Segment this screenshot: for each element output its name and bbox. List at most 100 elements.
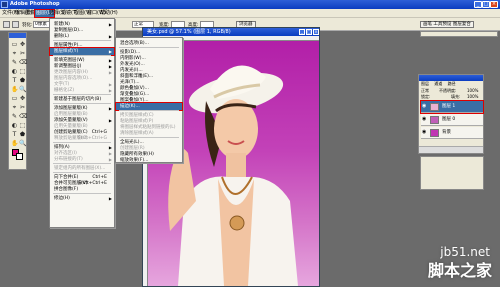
layer-menu-item-label: 锁定组内的所有图层(X)... xyxy=(54,166,106,171)
dodge-tool-icon[interactable]: ◐ xyxy=(11,68,18,75)
lasso-tool-icon[interactable]: ⌖ xyxy=(11,104,18,111)
new-selection-icon[interactable] xyxy=(12,21,19,28)
pen-tool-icon[interactable]: ⬟ xyxy=(19,131,26,138)
layer-row[interactable]: ◉ 图层 0 xyxy=(421,114,483,126)
layer-menu-item[interactable]: 删除(L) ▶ xyxy=(50,33,114,40)
style-menu-item-label: 混合选项(B)... xyxy=(120,41,149,46)
pen-tool-icon[interactable]: ⬟ xyxy=(19,77,26,84)
eye-icon[interactable]: ◉ xyxy=(422,117,427,122)
layer-thumbnail xyxy=(430,129,439,137)
eraser-tool-icon[interactable]: ⌫ xyxy=(19,59,27,66)
menu-item-8[interactable]: 帮助(H) xyxy=(99,10,119,17)
shape-tool-icon[interactable]: ⬚ xyxy=(19,68,26,75)
tab-paths[interactable]: 路径 xyxy=(446,81,458,86)
layer-name: 图层 0 xyxy=(442,117,456,122)
eye-icon[interactable]: ◉ xyxy=(422,104,427,109)
fill-input[interactable]: 100% xyxy=(467,94,478,99)
layer-row[interactable]: ◉ 背景 xyxy=(421,127,483,139)
menu-bar: 文件(F) 编辑(E) 图像(I) 图层(L) 选择(S) 滤镜(T) 视图(V) 窗口(W)… xyxy=(0,9,500,18)
palette-well[interactable]: 画笔 工具预设 图层复合 xyxy=(420,21,474,28)
layer-thumbnail xyxy=(430,103,439,111)
style-menu-separator xyxy=(119,137,179,138)
layer-menu-separator xyxy=(53,55,111,56)
submenu-arrow-icon: ▶ xyxy=(108,88,112,93)
layer-menu-item: 释放剪贴蒙版(C) Shift+Ctrl+G xyxy=(50,135,114,142)
close-button[interactable]: × xyxy=(490,1,498,8)
minimize-button[interactable]: _ xyxy=(474,1,482,8)
layer-menu-item[interactable]: 拼合图像(F) xyxy=(50,186,114,193)
dodge-tool-icon[interactable]: ◐ xyxy=(11,122,18,129)
layer-menu-item: 锁定组内的所有图层(X)... xyxy=(50,165,114,172)
brush-tool-icon[interactable]: ✎ xyxy=(11,113,18,120)
layer-menu-item[interactable]: 修边(H) ▶ xyxy=(50,195,114,202)
style-menu-item[interactable]: 混合选项(B)... xyxy=(116,40,182,47)
layer-name: 图层 1 xyxy=(442,104,456,109)
eraser-tool-icon[interactable]: ⌫ xyxy=(19,113,27,120)
marquee-tool-icon[interactable]: ▭ xyxy=(11,95,18,102)
layer-menu-separator xyxy=(53,193,111,194)
submenu-arrow-icon: ▶ xyxy=(108,196,112,201)
layer-menu-item-label: 图层样式(Y) xyxy=(54,49,79,54)
zoom-tool-icon[interactable]: 🔍 xyxy=(19,86,26,93)
layer-menu-item[interactable]: 图层样式(Y) ▶ xyxy=(49,47,115,56)
layer-menu-item-label: 新建基于图层的切片(B) xyxy=(54,97,102,102)
style-menu-item-label: 缩放效果(F)... xyxy=(120,158,149,163)
layers-panel-tabs: 图层 通道 路径 xyxy=(419,81,483,87)
layer-menu-item-label: 拼合图像(F) xyxy=(54,187,79,192)
submenu-arrow-icon: ▶ xyxy=(108,49,112,54)
doc-minimize-button[interactable]: _ xyxy=(299,29,305,35)
layer-menu-item-shortcut: Shift+Ctrl+G xyxy=(77,136,107,141)
tab-layers[interactable]: 图层 xyxy=(419,81,431,86)
layer-menu-item-label: 修边(H) xyxy=(54,196,70,201)
type-tool-icon[interactable]: T xyxy=(11,131,18,138)
layer-row[interactable]: ◉ 图层 1 xyxy=(420,100,484,114)
layer-menu-separator xyxy=(53,103,111,104)
style-menu-separator xyxy=(119,47,179,48)
feather-label: 羽化: xyxy=(22,23,33,28)
marquee-tool-icon[interactable] xyxy=(3,21,10,28)
crop-tool-icon[interactable]: ✂ xyxy=(19,104,26,111)
style-menu-separator xyxy=(119,110,179,111)
doc-maximize-button[interactable]: □ xyxy=(306,29,312,35)
maximize-button[interactable]: □ xyxy=(482,1,490,8)
lasso-tool-icon[interactable]: ⌖ xyxy=(11,50,18,57)
move-tool-icon[interactable]: ✥ xyxy=(19,41,26,48)
layer-style-submenu: 混合选项(B)... 投影(D)... 内阴影(W)... 外发光(O)... 内发光(… xyxy=(115,37,183,163)
doc-close-button[interactable]: × xyxy=(313,29,319,35)
watermark-name: 脚本之家 xyxy=(427,261,492,280)
layer-menu-dropdown: 新建(N) ▶ 复制图层(D)... 删除(L) ▶ 图层属性(P)... 图层样式(Y) ▶… xyxy=(49,18,115,228)
style-menu-item[interactable]: 缩放效果(F)... xyxy=(116,157,182,164)
brush-tool-icon[interactable]: ✎ xyxy=(11,59,18,66)
tab-channels[interactable]: 通道 xyxy=(432,81,444,86)
hand-tool-icon[interactable]: ✋ xyxy=(11,140,18,147)
style-menu-item-label: 清除图层样式(A) xyxy=(120,131,154,136)
zoom-tool-icon[interactable]: 🔍 xyxy=(19,140,26,147)
layer-menu-item: 分布链接的(T) ▶ xyxy=(50,156,114,163)
type-tool-icon[interactable]: T xyxy=(11,77,18,84)
crop-tool-icon[interactable]: ✂ xyxy=(19,50,26,57)
layer-menu-item[interactable]: 新建基于图层的切片(B) xyxy=(50,96,114,103)
marquee-tool-icon[interactable]: ▭ xyxy=(11,41,18,48)
layer-thumbnail xyxy=(430,116,439,124)
lock-label: 锁定: xyxy=(421,94,431,99)
style-menu-item[interactable]: 描边(K)... xyxy=(115,102,183,111)
layer-menu-separator xyxy=(53,40,111,41)
layers-panel-footer xyxy=(419,146,483,153)
submenu-arrow-icon: ▶ xyxy=(108,34,112,39)
layer-menu-item: 栅格化(Z) ▶ xyxy=(50,87,114,94)
photoshop-icon xyxy=(1,1,8,8)
toolbox-header[interactable] xyxy=(9,33,26,38)
shape-tool-icon[interactable]: ⬚ xyxy=(19,122,26,129)
layer-menu-item-label: 删除(L) xyxy=(54,34,70,39)
document-title-bar[interactable]: 美女.psd @ 57.1% (图层 1, RGB/8) _ □ × xyxy=(143,28,319,36)
opacity-input[interactable]: 100% xyxy=(467,88,478,93)
palette-dock[interactable] xyxy=(420,31,498,37)
layer-menu-separator xyxy=(53,172,111,173)
history-panel xyxy=(420,156,484,190)
eye-icon[interactable]: ◉ xyxy=(422,130,427,135)
fill-label: 填充: xyxy=(451,94,461,99)
move-tool-icon[interactable]: ✥ xyxy=(19,95,26,102)
hand-tool-icon[interactable]: ✋ xyxy=(11,86,18,93)
background-color-swatch[interactable] xyxy=(16,153,23,160)
document-title: 美女.psd @ 57.1% (图层 1, RGB/8) xyxy=(147,29,231,35)
